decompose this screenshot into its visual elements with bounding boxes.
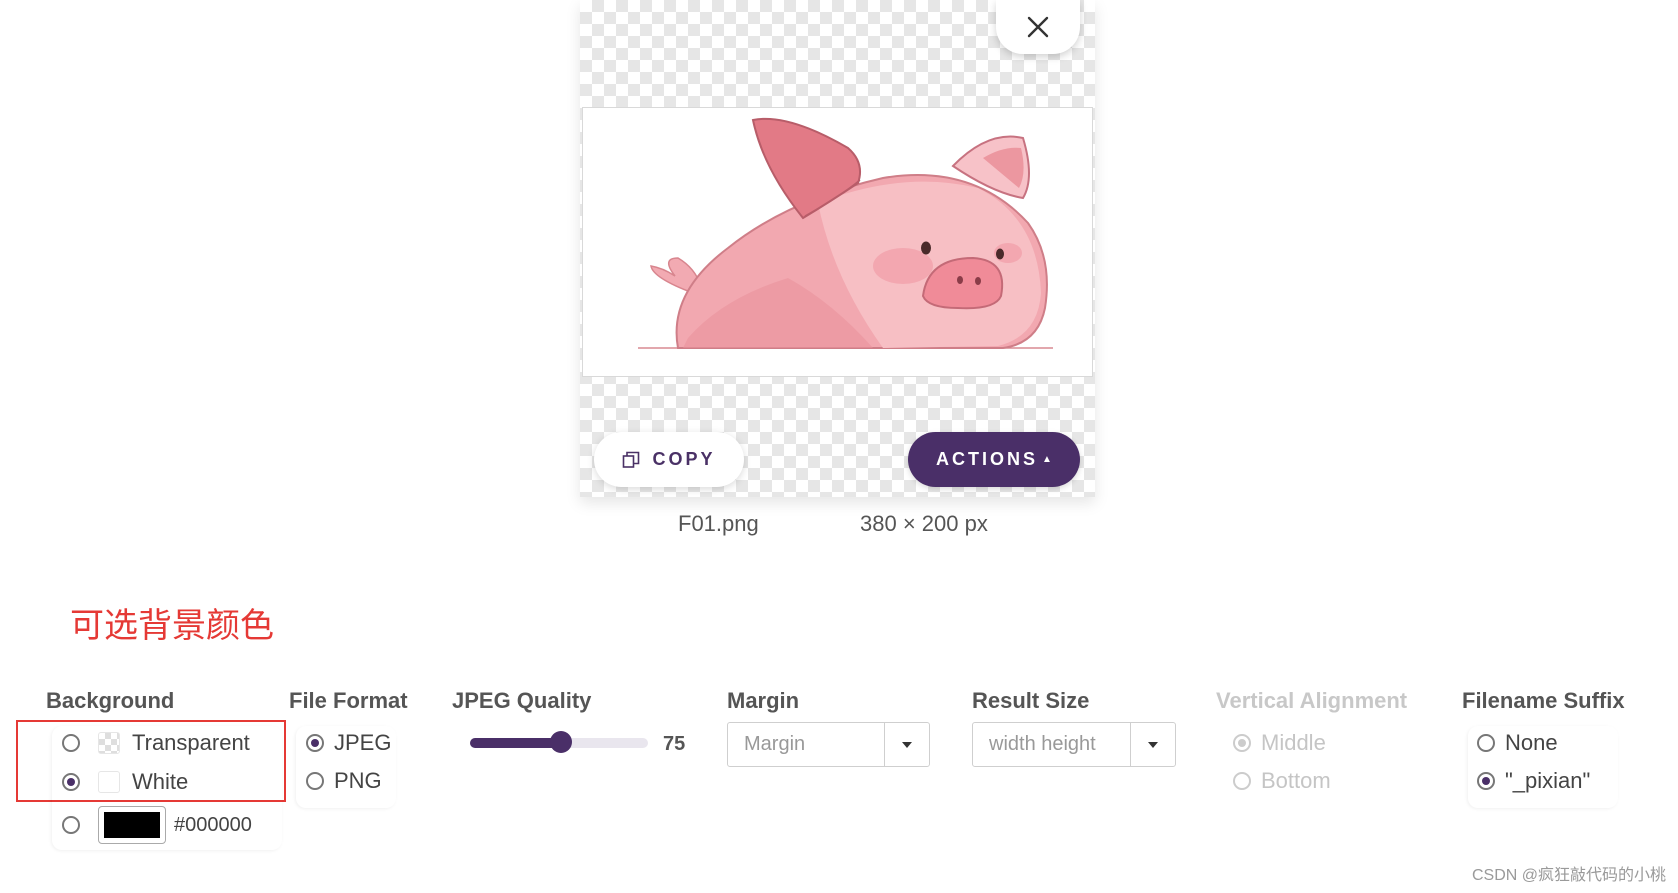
radio-button[interactable]: [1477, 734, 1495, 752]
background-option-custom[interactable]: #000000: [62, 806, 252, 844]
actions-label: ACTIONS: [936, 449, 1039, 469]
jpeg-quality-heading: JPEG Quality: [452, 688, 592, 713]
copy-icon: [623, 451, 640, 468]
radio-button[interactable]: [306, 734, 324, 752]
vertical-alignment-option-middle: Middle: [1233, 730, 1326, 756]
jpeg-quality-value: 75: [663, 733, 686, 755]
preview-image: [582, 107, 1093, 377]
slider-thumb[interactable]: [549, 731, 572, 753]
color-picker[interactable]: [98, 806, 166, 844]
chevron-down-icon[interactable]: [1130, 723, 1175, 766]
option-label: Transparent: [132, 730, 250, 755]
close-icon: [1027, 16, 1049, 38]
margin-select-placeholder: Margin: [744, 733, 806, 755]
radio-button[interactable]: [62, 773, 80, 791]
file-format-heading: File Format: [289, 688, 408, 713]
pig-illustration: [638, 117, 1053, 349]
radio-button: [1233, 772, 1251, 790]
filename-suffix-option-pixian[interactable]: "_pixian": [1477, 768, 1590, 794]
chevron-down-icon[interactable]: [884, 723, 929, 766]
watermark: CSDN @疯狂敲代码的小桃: [1471, 867, 1666, 884]
background-option-transparent[interactable]: Transparent: [62, 730, 250, 756]
background-heading: Background: [46, 688, 175, 713]
radio-button[interactable]: [62, 816, 80, 834]
file-name: F01.png: [678, 511, 759, 536]
color-hex-value: #000000: [174, 813, 252, 836]
file-format-option-png[interactable]: PNG: [306, 768, 382, 794]
option-label: Bottom: [1261, 768, 1331, 793]
option-label: White: [132, 769, 189, 794]
result-size-select-placeholder: width height: [989, 733, 1096, 755]
radio-button[interactable]: [62, 734, 80, 752]
option-label: JPEG: [334, 730, 392, 755]
preview-card: COPY ACTIONS ▲: [580, 0, 1095, 497]
margin-heading: Margin: [727, 688, 800, 713]
result-size-heading: Result Size: [972, 688, 1090, 713]
margin-select[interactable]: Margin: [727, 722, 930, 767]
slider-fill: [470, 738, 561, 748]
option-label: "_pixian": [1505, 768, 1591, 793]
file-format-option-jpeg[interactable]: JPEG: [306, 730, 391, 756]
transparent-swatch-icon: [98, 732, 120, 754]
jpeg-quality-slider[interactable]: [470, 731, 648, 753]
filename-suffix-option-none[interactable]: None: [1477, 730, 1558, 756]
white-swatch-icon: [98, 771, 120, 793]
vertical-alignment-heading: Vertical Alignment: [1216, 688, 1408, 713]
option-label: None: [1505, 730, 1558, 755]
vertical-alignment-option-bottom: Bottom: [1233, 768, 1331, 794]
actions-button[interactable]: ACTIONS ▲: [908, 432, 1080, 487]
result-size-select[interactable]: width height: [972, 722, 1176, 767]
background-option-white[interactable]: White: [62, 769, 188, 795]
filename-suffix-heading: Filename Suffix: [1462, 688, 1625, 713]
option-label: Middle: [1261, 730, 1326, 755]
copy-label: COPY: [652, 449, 716, 469]
close-button[interactable]: [996, 0, 1080, 54]
copy-button[interactable]: COPY: [594, 432, 744, 487]
radio-button[interactable]: [306, 772, 324, 790]
radio-button[interactable]: [1477, 772, 1495, 790]
annotation-text: 可选背景颜色: [70, 606, 274, 646]
caret-up-icon: ▲: [1042, 454, 1052, 465]
radio-button: [1233, 734, 1251, 752]
option-label: PNG: [334, 768, 382, 793]
image-dimensions: 380 × 200 px: [860, 511, 988, 536]
